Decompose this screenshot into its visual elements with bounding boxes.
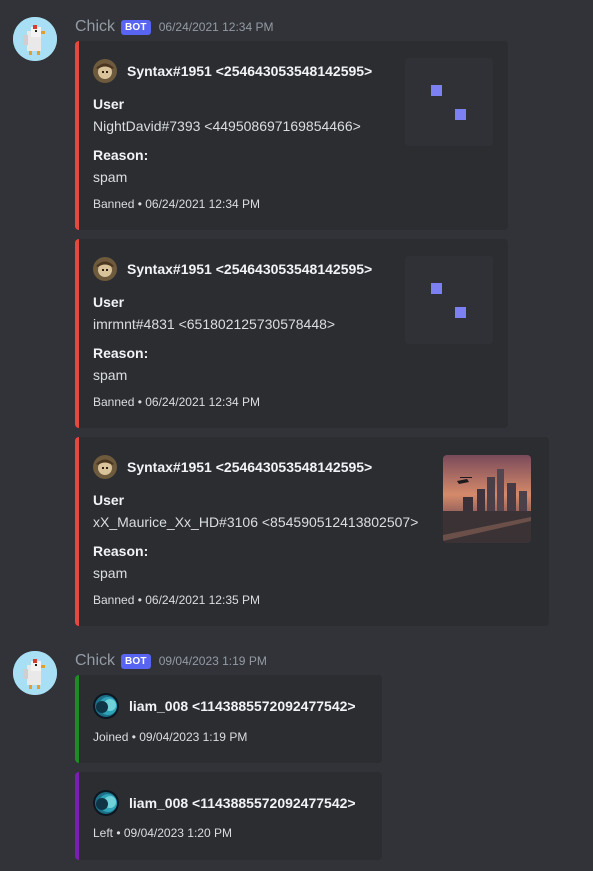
- author-name[interactable]: Chick: [75, 652, 115, 670]
- embed-author-name[interactable]: Syntax#1951 <254643053548142595>: [127, 261, 372, 277]
- embed-author: liam_008 <1143885572092477542>: [93, 790, 356, 816]
- embed-footer: Banned • 06/24/2021 12:34 PM: [93, 197, 260, 211]
- bot-tag: BOT: [121, 653, 151, 669]
- embed-author: liam_008 <1143885572092477542>: [93, 693, 356, 719]
- planet-avatar-icon: [93, 693, 119, 719]
- field-reason-label: Reason:: [93, 543, 149, 559]
- embed-author-name[interactable]: Syntax#1951 <254643053548142595>: [127, 459, 372, 475]
- message-header: Chick BOT 09/04/2023 1:19 PM: [75, 652, 267, 670]
- embed-author: Syntax#1951 <254643053548142595>: [93, 455, 372, 479]
- syntax-avatar-icon: [93, 257, 117, 281]
- field-reason-label: Reason:: [93, 345, 149, 361]
- syntax-avatar-icon: [93, 59, 117, 83]
- field-reason-value: spam: [93, 565, 128, 581]
- embed-footer: Banned • 06/24/2021 12:34 PM: [93, 395, 260, 409]
- field-user-label: User: [93, 96, 125, 112]
- message-header: Chick BOT 06/24/2021 12:34 PM: [75, 18, 274, 36]
- author-name[interactable]: Chick: [75, 18, 115, 36]
- embed-author: Syntax#1951 <254643053548142595>: [93, 257, 372, 281]
- ban-embed: Syntax#1951 <254643053548142595> User im…: [75, 239, 508, 428]
- bot-avatar-icon[interactable]: [13, 17, 57, 61]
- planet-avatar-icon: [93, 790, 119, 816]
- ban-embed: Syntax#1951 <254643053548142595> User Ni…: [75, 41, 508, 230]
- embed-author-name[interactable]: liam_008 <1143885572092477542>: [129, 795, 356, 811]
- embed-footer: Left • 09/04/2023 1:20 PM: [93, 826, 232, 840]
- field-user-value: imrmnt#4831 <651802125730578448>: [93, 316, 336, 332]
- ban-embed: Syntax#1951 <254643053548142595> User xX…: [75, 437, 549, 626]
- bot-avatar-icon[interactable]: [13, 651, 57, 695]
- field-reason-label: Reason:: [93, 147, 149, 163]
- field-user-value: xX_Maurice_Xx_HD#3106 <85459051241380250…: [93, 514, 419, 530]
- message-timestamp[interactable]: 06/24/2021 12:34 PM: [159, 20, 274, 34]
- bot-tag: BOT: [121, 19, 151, 35]
- city-sunset-thumbnail-icon[interactable]: [443, 455, 531, 543]
- embed-author-name[interactable]: Syntax#1951 <254643053548142595>: [127, 63, 372, 79]
- pixel-gif-thumbnail-icon[interactable]: [405, 256, 493, 344]
- field-user-label: User: [93, 294, 125, 310]
- embed-footer: Banned • 06/24/2021 12:35 PM: [93, 593, 260, 607]
- field-reason-value: spam: [93, 169, 128, 185]
- syntax-avatar-icon: [93, 455, 117, 479]
- field-user-label: User: [93, 492, 125, 508]
- pixel-gif-thumbnail-icon[interactable]: [405, 58, 493, 146]
- field-reason-value: spam: [93, 367, 128, 383]
- embed-footer: Joined • 09/04/2023 1:19 PM: [93, 730, 248, 744]
- message-timestamp[interactable]: 09/04/2023 1:19 PM: [159, 654, 267, 668]
- leave-embed: liam_008 <1143885572092477542> Left • 09…: [75, 772, 382, 860]
- join-embed: liam_008 <1143885572092477542> Joined • …: [75, 675, 382, 763]
- embed-author-name[interactable]: liam_008 <1143885572092477542>: [129, 698, 356, 714]
- embed-author: Syntax#1951 <254643053548142595>: [93, 59, 372, 83]
- field-user-value: NightDavid#7393 <449508697169854466>: [93, 118, 361, 134]
